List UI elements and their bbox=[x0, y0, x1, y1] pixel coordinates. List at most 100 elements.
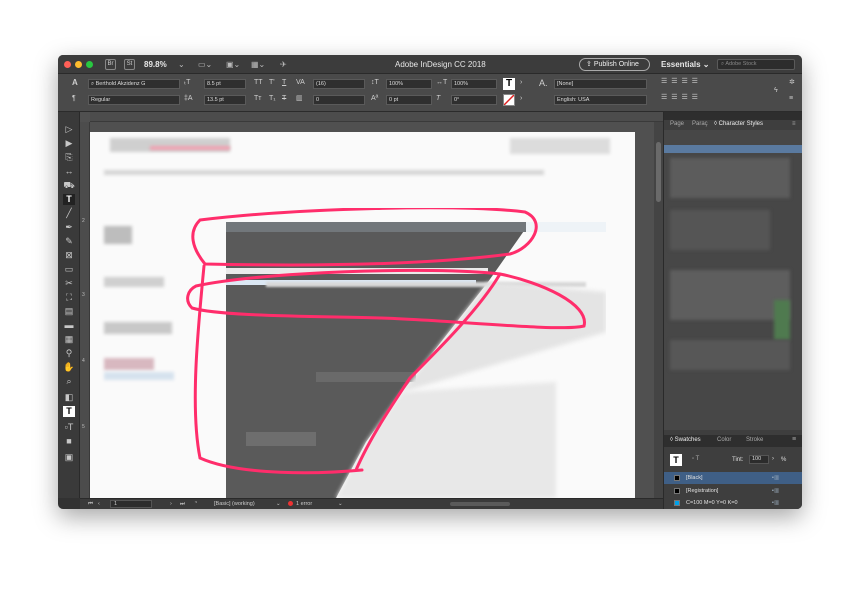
gap-tool-icon[interactable]: ↔ bbox=[63, 166, 75, 177]
swatches-list[interactable]: [Black] ▪▥ [Registration] ▪▥ C=100 M=0 Y=0 K… bbox=[664, 472, 802, 509]
arrange-documents-icon[interactable]: ▦⌄ bbox=[251, 60, 265, 69]
stroke-arrow-icon[interactable]: › bbox=[520, 94, 522, 104]
page-tool-icon[interactable]: ⎘ bbox=[63, 152, 75, 163]
justify-buttons-icon[interactable]: ☰ ☰ ☰ ☰ bbox=[661, 93, 699, 103]
quick-apply-icon[interactable]: ϟ bbox=[774, 86, 778, 96]
language-field[interactable]: English: USA bbox=[554, 95, 647, 105]
page-number-field[interactable]: 1 bbox=[110, 500, 152, 508]
align-buttons-icon[interactable]: ☰ ☰ ☰ ☰ bbox=[661, 77, 699, 87]
kerning-field[interactable]: (16) bbox=[313, 79, 365, 89]
pen-tool-icon[interactable]: ✒ bbox=[63, 222, 75, 233]
swatch-row[interactable]: C=100 M=0 Y=0 K=0 ▪▥ bbox=[664, 497, 802, 509]
character-style-field[interactable]: [None] bbox=[554, 79, 647, 89]
screen-mode-icon[interactable]: ▣⌄ bbox=[226, 60, 240, 69]
document-window[interactable]: 2 3 4 5 bbox=[80, 112, 663, 498]
default-colors-icon[interactable]: ◧ bbox=[63, 392, 75, 403]
tab-swatches[interactable]: ◊ Swatches bbox=[670, 437, 701, 443]
pencil-tool-icon[interactable]: ✎ bbox=[63, 236, 75, 247]
tab-paragraph-styles[interactable]: Paraç bbox=[692, 121, 708, 127]
horizontal-scale-field[interactable]: 100% bbox=[451, 79, 497, 89]
chevron-down-icon[interactable]: ⌄ bbox=[276, 501, 281, 507]
error-count[interactable]: 1 error bbox=[296, 501, 312, 507]
swatch-fill-icon[interactable]: T bbox=[670, 454, 682, 466]
panel-menu-icon[interactable]: ≡ bbox=[792, 121, 796, 127]
text-stroke-icon[interactable] bbox=[503, 94, 515, 106]
chevron-down-icon[interactable]: ⌄ bbox=[338, 501, 343, 507]
font-size-field[interactable]: 8.5 pt bbox=[204, 79, 246, 89]
stock-button[interactable]: St bbox=[124, 59, 135, 70]
tab-character-styles[interactable]: ◊ Character Styles bbox=[714, 121, 763, 127]
all-caps-icon[interactable]: TT bbox=[254, 78, 263, 88]
vertical-scrollbar[interactable] bbox=[654, 122, 663, 498]
preflight-profile[interactable]: [Basic] (working) bbox=[214, 501, 255, 507]
gradient-tool-icon[interactable]: ▤ bbox=[63, 306, 75, 317]
horizontal-scrollbar[interactable] bbox=[450, 502, 510, 506]
eyedropper-tool-icon[interactable]: ⚲ bbox=[63, 348, 75, 359]
baseline-shift-field[interactable]: 0 pt bbox=[386, 95, 432, 105]
tab-pages[interactable]: Page bbox=[670, 121, 684, 127]
workspace-switcher[interactable]: Essentials ⌄ bbox=[661, 60, 710, 69]
stock-search-input[interactable]: ⌕ Adobe Stock bbox=[717, 59, 795, 70]
bridge-button[interactable]: Br bbox=[105, 59, 116, 70]
strikethrough-icon[interactable]: T bbox=[282, 94, 286, 104]
leading-field[interactable]: 13.5 pt bbox=[204, 95, 246, 105]
screen-mode-tool-icon[interactable]: ▣ bbox=[63, 452, 75, 463]
chevron-down-icon[interactable]: ⌄ bbox=[178, 60, 185, 69]
zoom-level[interactable]: 89.8% bbox=[144, 60, 167, 69]
publish-rocket-icon[interactable]: ✈ bbox=[280, 60, 287, 69]
list-item[interactable] bbox=[664, 145, 802, 153]
selection-tool-icon[interactable]: ▷ bbox=[63, 124, 75, 135]
zoom-tool-icon[interactable]: ⌕ bbox=[63, 376, 75, 387]
superscript-icon[interactable]: T' bbox=[269, 78, 275, 88]
free-transform-tool-icon[interactable]: ⛶ bbox=[63, 292, 75, 303]
font-family-field[interactable]: ⌕ Berthold Akzidenz G bbox=[88, 79, 180, 89]
formatting-affects-icon[interactable]: ▫T bbox=[63, 422, 75, 433]
zoom-window-button[interactable] bbox=[86, 61, 93, 68]
tab-color[interactable]: Color bbox=[717, 437, 731, 443]
small-caps-icon[interactable]: Tт bbox=[254, 94, 261, 104]
minimize-window-button[interactable] bbox=[75, 61, 82, 68]
gear-icon[interactable]: ✲ bbox=[789, 78, 795, 88]
formatting-container-icon[interactable]: ▫ T bbox=[692, 456, 699, 462]
apply-color-icon[interactable]: ■ bbox=[63, 436, 75, 447]
rectangle-frame-tool-icon[interactable]: ⊠ bbox=[63, 250, 75, 261]
tracking-field[interactable]: 0 bbox=[313, 95, 365, 105]
first-page-icon[interactable]: ⏮ bbox=[88, 501, 93, 508]
prev-page-icon[interactable]: ‹ bbox=[98, 501, 100, 507]
fill-stroke-icon[interactable]: T bbox=[63, 406, 75, 417]
text-fill-icon[interactable]: T bbox=[503, 78, 515, 90]
type-tool-icon[interactable]: T bbox=[63, 194, 75, 205]
skew-field[interactable]: 0° bbox=[451, 95, 497, 105]
document-page[interactable] bbox=[90, 132, 635, 498]
swatch-arrow-icon[interactable]: › bbox=[520, 78, 522, 88]
swatch-row[interactable]: [Black] ▪▥ bbox=[664, 472, 802, 484]
preflight-icon[interactable]: ◔ bbox=[194, 500, 197, 506]
character-mode-icon[interactable]: A bbox=[72, 78, 78, 88]
tint-field[interactable]: 100 bbox=[749, 455, 769, 464]
horizontal-ruler[interactable] bbox=[90, 112, 663, 122]
subscript-icon[interactable]: T₁ bbox=[269, 94, 276, 104]
vertical-scale-field[interactable]: 100% bbox=[386, 79, 432, 89]
gradient-feather-icon[interactable]: ▬ bbox=[63, 320, 75, 331]
font-style-field[interactable]: Regular bbox=[88, 95, 180, 105]
tint-arrow-icon[interactable]: › bbox=[772, 456, 774, 462]
note-tool-icon[interactable]: ▦ bbox=[63, 334, 75, 345]
next-page-icon[interactable]: › bbox=[170, 501, 172, 507]
vertical-ruler[interactable]: 2 3 4 5 bbox=[80, 122, 90, 498]
close-window-button[interactable] bbox=[64, 61, 71, 68]
character-styles-list[interactable] bbox=[664, 130, 802, 430]
underline-icon[interactable]: T bbox=[282, 78, 286, 88]
direct-selection-tool-icon[interactable]: ▶ bbox=[63, 138, 75, 149]
view-options-icon[interactable]: ▭⌄ bbox=[198, 60, 212, 69]
tab-stroke[interactable]: Stroke bbox=[746, 437, 763, 443]
scroll-thumb[interactable] bbox=[656, 142, 661, 202]
content-collector-icon[interactable]: ⛟ bbox=[63, 180, 75, 191]
publish-online-button[interactable]: ⇪ Publish Online bbox=[579, 58, 650, 71]
paragraph-mode-icon[interactable]: ¶ bbox=[72, 94, 76, 104]
swatch-row[interactable]: [Registration] ▪▥ bbox=[664, 485, 802, 497]
rectangle-tool-icon[interactable]: ▭ bbox=[63, 264, 75, 275]
panel-menu-icon[interactable]: ≡ bbox=[792, 436, 796, 443]
scissors-tool-icon[interactable]: ✂ bbox=[63, 278, 75, 289]
panel-menu-icon[interactable]: ≡ bbox=[789, 94, 793, 104]
line-tool-icon[interactable]: ╱ bbox=[63, 208, 75, 219]
